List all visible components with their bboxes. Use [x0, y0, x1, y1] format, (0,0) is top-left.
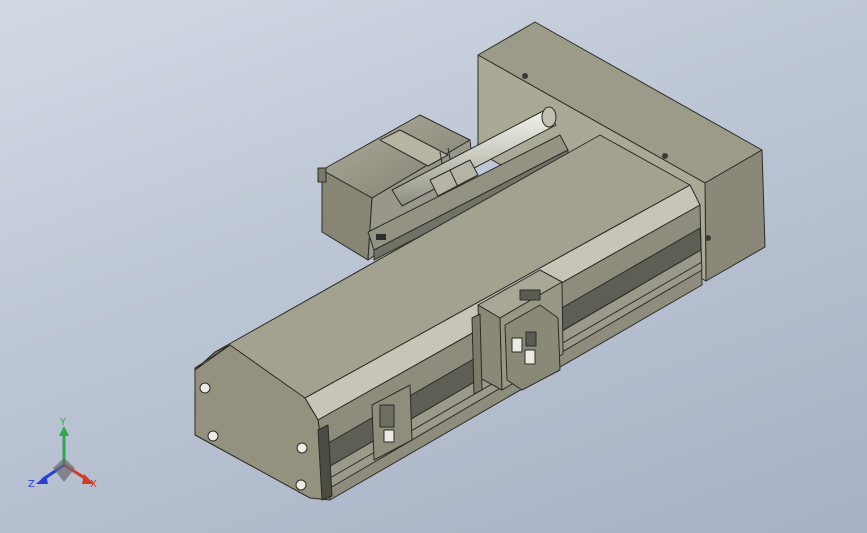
motor-connector [317, 167, 327, 183]
rail-slot [376, 234, 386, 240]
screw-hole [522, 73, 528, 79]
y-axis-label: Y [59, 417, 67, 428]
triad-origin [53, 458, 75, 482]
cad-model-render[interactable]: Y X Z [0, 0, 867, 533]
end-cap-bolt [296, 442, 308, 454]
z-axis-arrow [36, 475, 48, 484]
x-axis-label: X [90, 479, 97, 490]
sensor-flag [471, 313, 483, 395]
z-axis-label: Z [28, 479, 35, 490]
carriage-slot [519, 289, 541, 301]
screw-hole [705, 235, 711, 241]
cad-viewport[interactable]: Y X Z [0, 0, 867, 533]
end-cap-bolt [295, 479, 307, 491]
screw-hole [662, 153, 668, 159]
end-cap-bolt [199, 382, 211, 394]
axis-triad: Y X Z [28, 417, 97, 490]
end-cap-bolt [207, 430, 219, 442]
